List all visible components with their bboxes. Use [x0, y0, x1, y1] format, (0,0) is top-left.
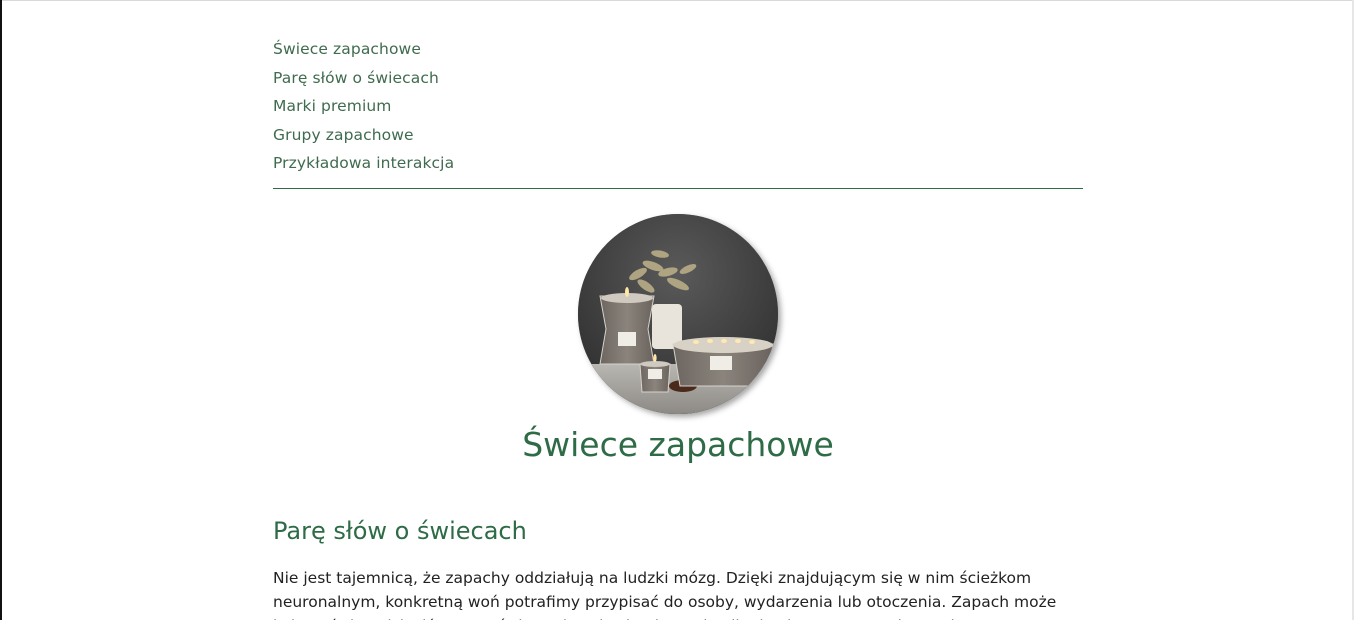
- table-of-contents: Świece zapachowe Parę słów o świecach Ma…: [273, 35, 1083, 189]
- hero-section: Świece zapachowe: [273, 213, 1083, 468]
- nav-link-przykladowa-interakcja[interactable]: Przykładowa interakcja: [273, 149, 1083, 178]
- candles-image: [578, 213, 778, 414]
- nav-link-marki-premium[interactable]: Marki premium: [273, 92, 1083, 121]
- candles-illustration: [578, 213, 778, 414]
- nav-link-pare-slow[interactable]: Parę słów o świecach: [273, 64, 1083, 93]
- section-heading: Parę słów o świecach: [273, 516, 527, 545]
- nav-link-swiece-zapachowe[interactable]: Świece zapachowe: [273, 35, 1083, 64]
- page: Świece zapachowe Parę słów o świecach Ma…: [0, 0, 1354, 620]
- nav-link-grupy-zapachowe[interactable]: Grupy zapachowe: [273, 121, 1083, 150]
- content-container: Świece zapachowe Parę słów o świecach Ma…: [273, 0, 1083, 620]
- page-title: Świece zapachowe: [522, 424, 834, 464]
- intro-paragraph: Nie jest tajemnicą, że zapachy oddziałuj…: [273, 568, 1057, 620]
- left-border: [0, 0, 2, 620]
